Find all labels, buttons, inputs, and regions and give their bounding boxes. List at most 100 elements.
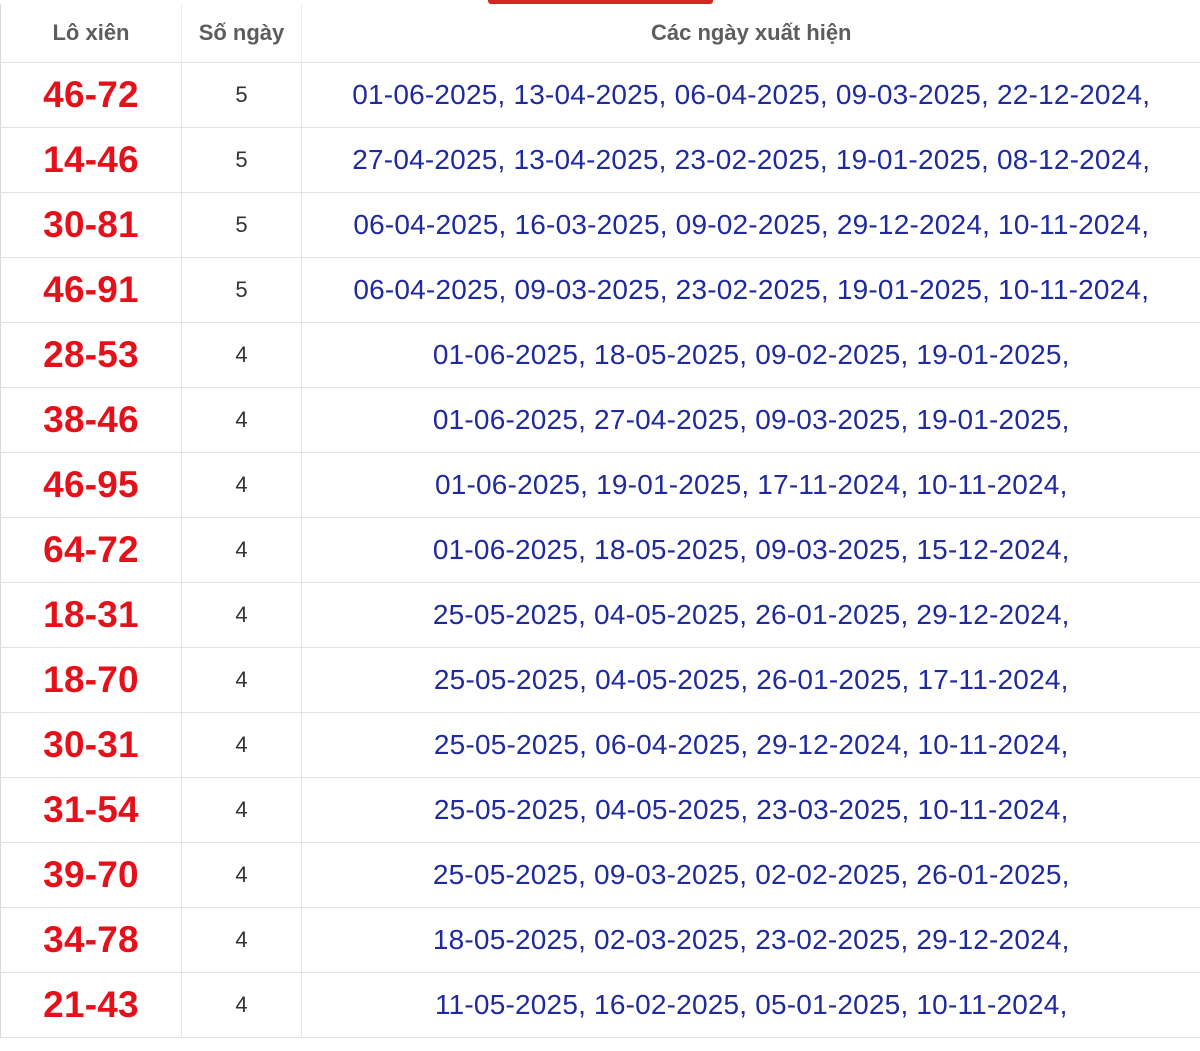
lo-xien-pair: 34-78: [43, 919, 139, 960]
appearance-dates: 25-05-2025, 04-05-2025, 23-03-2025, 10-1…: [433, 794, 1069, 825]
lo-xien-pair: 21-43: [43, 984, 139, 1025]
days-cell: 4: [181, 842, 302, 908]
table-row: 31-54 4 25-05-2025, 04-05-2025, 23-03-2025…: [0, 777, 1200, 843]
table-row: 30-31 4 25-05-2025, 06-04-2025, 29-12-2024…: [0, 712, 1200, 778]
table-body: 46-72 5 01-06-2025, 13-04-2025, 06-04-2025…: [0, 62, 1200, 1038]
days-cell: 5: [181, 127, 302, 193]
days-cell: 4: [181, 777, 302, 843]
days-cell: 4: [181, 322, 302, 388]
appearance-dates: 01-06-2025, 13-04-2025, 06-04-2025, 09-0…: [352, 79, 1151, 110]
so-ngay-count: 4: [235, 862, 248, 887]
appearance-dates: 25-05-2025, 04-05-2025, 26-01-2025, 17-1…: [433, 664, 1069, 695]
table-row: 14-46 5 27-04-2025, 13-04-2025, 23-02-2025…: [0, 127, 1200, 193]
so-ngay-count: 5: [235, 277, 248, 302]
appearance-dates: 25-05-2025, 06-04-2025, 29-12-2024, 10-1…: [433, 729, 1069, 760]
table-row: 38-46 4 01-06-2025, 27-04-2025, 09-03-2025…: [0, 387, 1200, 453]
days-cell: 5: [181, 257, 302, 323]
days-cell: 4: [181, 387, 302, 453]
table-row: 46-95 4 01-06-2025, 19-01-2025, 17-11-2024…: [0, 452, 1200, 518]
dates-cell: 06-04-2025, 09-03-2025, 23-02-2025, 19-0…: [301, 257, 1200, 323]
dates-cell: 27-04-2025, 13-04-2025, 23-02-2025, 19-0…: [301, 127, 1200, 193]
so-ngay-count: 4: [235, 342, 248, 367]
appearance-dates: 11-05-2025, 16-02-2025, 05-01-2025, 10-1…: [434, 989, 1068, 1020]
so-ngay-count: 4: [235, 472, 248, 497]
days-cell: 5: [181, 192, 302, 258]
so-ngay-count: 4: [235, 732, 248, 757]
appearance-dates: 01-06-2025, 27-04-2025, 09-03-2025, 19-0…: [432, 404, 1070, 435]
pair-cell: 39-70: [0, 842, 182, 908]
table-row: 18-31 4 25-05-2025, 04-05-2025, 26-01-2025…: [0, 582, 1200, 648]
pair-cell: 46-91: [0, 257, 182, 323]
dates-cell: 11-05-2025, 16-02-2025, 05-01-2025, 10-1…: [301, 972, 1200, 1038]
table-row: 28-53 4 01-06-2025, 18-05-2025, 09-02-2025…: [0, 322, 1200, 388]
table-row: 46-72 5 01-06-2025, 13-04-2025, 06-04-2025…: [0, 62, 1200, 128]
lo-xien-pair: 18-70: [43, 659, 139, 700]
days-cell: 4: [181, 907, 302, 973]
dates-cell: 25-05-2025, 09-03-2025, 02-02-2025, 26-0…: [301, 842, 1200, 908]
so-ngay-count: 4: [235, 602, 248, 627]
lo-xien-pair: 18-31: [43, 594, 139, 635]
dates-cell: 25-05-2025, 04-05-2025, 26-01-2025, 29-1…: [301, 582, 1200, 648]
lo-xien-pair: 46-95: [43, 464, 139, 505]
days-cell: 4: [181, 647, 302, 713]
table-row: 34-78 4 18-05-2025, 02-03-2025, 23-02-2025…: [0, 907, 1200, 973]
appearance-dates: 25-05-2025, 04-05-2025, 26-01-2025, 29-1…: [432, 599, 1070, 630]
dates-cell: 25-05-2025, 06-04-2025, 29-12-2024, 10-1…: [301, 712, 1200, 778]
lo-xien-pair: 46-72: [43, 74, 139, 115]
appearance-dates: 25-05-2025, 09-03-2025, 02-02-2025, 26-0…: [432, 859, 1070, 890]
so-ngay-count: 4: [235, 537, 248, 562]
pair-cell: 38-46: [0, 387, 182, 453]
dates-cell: 01-06-2025, 27-04-2025, 09-03-2025, 19-0…: [301, 387, 1200, 453]
appearance-dates: 27-04-2025, 13-04-2025, 23-02-2025, 19-0…: [352, 144, 1151, 175]
so-ngay-count: 4: [235, 797, 248, 822]
header-lo-xien: Lô xiên: [0, 4, 182, 63]
so-ngay-count: 4: [235, 927, 248, 952]
so-ngay-count: 4: [235, 992, 248, 1017]
pair-cell: 18-31: [0, 582, 182, 648]
table-row: 21-43 4 11-05-2025, 16-02-2025, 05-01-2025…: [0, 972, 1200, 1038]
lo-xien-pair: 64-72: [43, 529, 139, 570]
so-ngay-count: 5: [235, 212, 248, 237]
table-row: 46-91 5 06-04-2025, 09-03-2025, 23-02-2025…: [0, 257, 1200, 323]
dates-cell: 18-05-2025, 02-03-2025, 23-02-2025, 29-1…: [301, 907, 1200, 973]
dates-cell: 01-06-2025, 13-04-2025, 06-04-2025, 09-0…: [301, 62, 1200, 128]
dates-cell: 01-06-2025, 19-01-2025, 17-11-2024, 10-1…: [301, 452, 1200, 518]
days-cell: 4: [181, 972, 302, 1038]
appearance-dates: 18-05-2025, 02-03-2025, 23-02-2025, 29-1…: [432, 924, 1070, 955]
pair-cell: 31-54: [0, 777, 182, 843]
table-row: 39-70 4 25-05-2025, 09-03-2025, 02-02-2025…: [0, 842, 1200, 908]
header-cac-ngay-xuat-hien: Các ngày xuất hiện: [301, 4, 1200, 63]
lo-xien-pair: 14-46: [43, 139, 139, 180]
pair-cell: 30-31: [0, 712, 182, 778]
appearance-dates: 01-06-2025, 18-05-2025, 09-03-2025, 15-1…: [432, 534, 1070, 565]
pair-cell: 30-81: [0, 192, 182, 258]
lo-xien-pair: 30-31: [43, 724, 139, 765]
pair-cell: 18-70: [0, 647, 182, 713]
pair-cell: 34-78: [0, 907, 182, 973]
page: Lô xiên Số ngày Các ngày xuất hiện 46-72…: [0, 0, 1200, 1051]
so-ngay-count: 4: [235, 407, 248, 432]
so-ngay-count: 5: [235, 82, 248, 107]
lo-xien-pair: 38-46: [43, 399, 139, 440]
dates-cell: 25-05-2025, 04-05-2025, 23-03-2025, 10-1…: [301, 777, 1200, 843]
pair-cell: 64-72: [0, 517, 182, 583]
pair-cell: 46-95: [0, 452, 182, 518]
lo-xien-pair: 46-91: [43, 269, 139, 310]
table-row: 18-70 4 25-05-2025, 04-05-2025, 26-01-2025…: [0, 647, 1200, 713]
appearance-dates: 01-06-2025, 18-05-2025, 09-02-2025, 19-0…: [432, 339, 1070, 370]
dates-cell: 06-04-2025, 16-03-2025, 09-02-2025, 29-1…: [301, 192, 1200, 258]
lo-xien-pair: 31-54: [43, 789, 139, 830]
table-row: 64-72 4 01-06-2025, 18-05-2025, 09-03-2025…: [0, 517, 1200, 583]
header-so-ngay: Số ngày: [181, 4, 302, 63]
appearance-dates: 06-04-2025, 16-03-2025, 09-02-2025, 29-1…: [353, 209, 1150, 240]
dates-cell: 01-06-2025, 18-05-2025, 09-02-2025, 19-0…: [301, 322, 1200, 388]
so-ngay-count: 5: [235, 147, 248, 172]
dates-cell: 25-05-2025, 04-05-2025, 26-01-2025, 17-1…: [301, 647, 1200, 713]
lo-xien-pair: 28-53: [43, 334, 139, 375]
dates-cell: 01-06-2025, 18-05-2025, 09-03-2025, 15-1…: [301, 517, 1200, 583]
pair-cell: 14-46: [0, 127, 182, 193]
lo-xien-table: Lô xiên Số ngày Các ngày xuất hiện 46-72…: [0, 4, 1200, 1038]
appearance-dates: 06-04-2025, 09-03-2025, 23-02-2025, 19-0…: [353, 274, 1150, 305]
days-cell: 4: [181, 582, 302, 648]
table-header-row: Lô xiên Số ngày Các ngày xuất hiện: [0, 4, 1200, 63]
